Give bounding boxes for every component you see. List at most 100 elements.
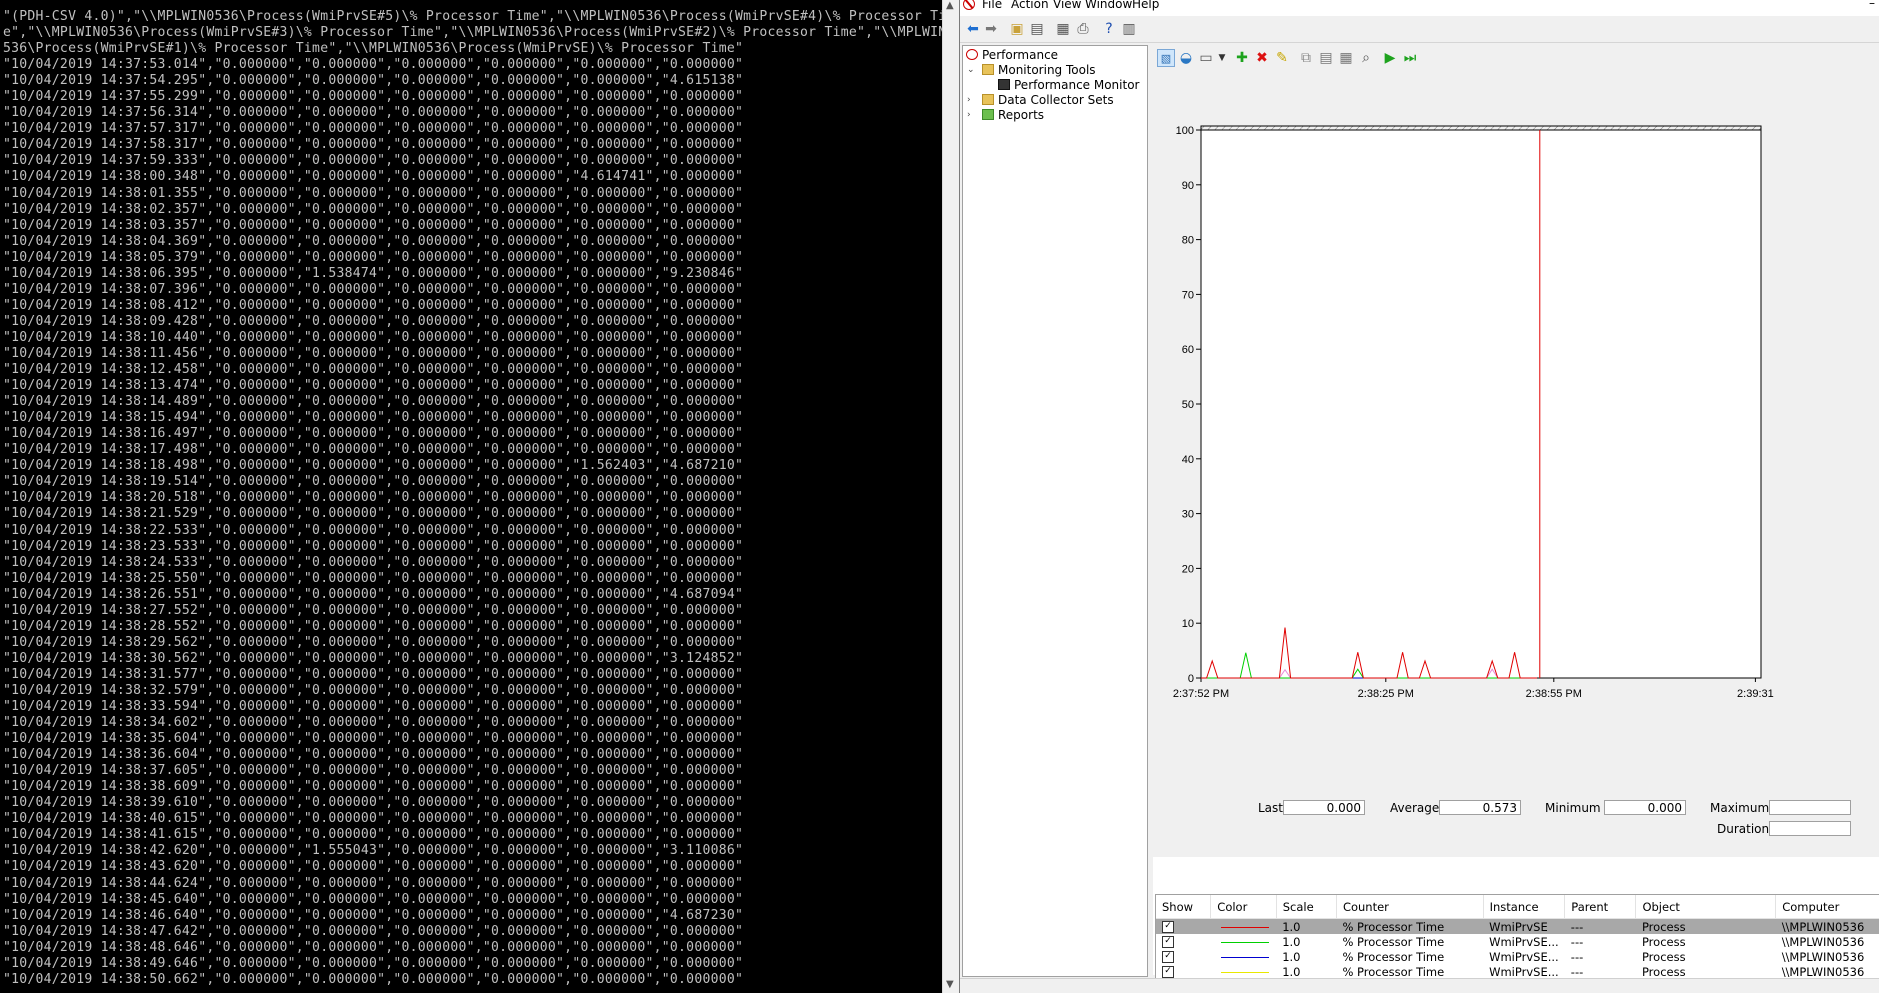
csv-data-row: "10/04/2019 14:38:10.440","0.000000","0.… [3, 329, 744, 345]
menu-file[interactable]: File [982, 0, 1002, 11]
counter-row[interactable]: ✓ 1.0 % Processor Time WmiPrvSE... --- Proces… [1156, 949, 1879, 964]
column-header-instance[interactable]: Instance [1483, 895, 1566, 919]
object-cell: Process [1635, 918, 1776, 934]
y-tick-label: 20 [1182, 563, 1194, 575]
csv-data-row: "10/04/2019 14:38:36.604","0.000000","0.… [3, 747, 744, 763]
csv-data-row: "10/04/2019 14:38:33.594","0.000000","0.… [3, 699, 744, 715]
color-swatch [1220, 971, 1269, 973]
chevron-right-icon[interactable]: › [967, 92, 971, 108]
column-header-object[interactable]: Object [1635, 895, 1777, 919]
view-pane-icon[interactable]: ▥ [1120, 20, 1138, 38]
scroll-down-arrow-icon[interactable]: ▼ [946, 979, 954, 990]
csv-data-row: "10/04/2019 14:38:31.577","0.000000","0.… [3, 666, 744, 682]
csv-data-row: "10/04/2019 14:38:07.396","0.000000","0.… [3, 281, 744, 297]
csv-header-line: "(PDH-CSV 4.0)","\\MPLWIN0536\Process(Wm… [3, 9, 942, 24]
column-header-color[interactable]: Color [1210, 895, 1277, 919]
menu-action[interactable]: Action [1011, 0, 1049, 11]
csv-data-row: "10/04/2019 14:38:21.529","0.000000","0.… [3, 506, 744, 522]
show-checkbox[interactable]: ✓ [1162, 921, 1174, 933]
delete-counter-icon[interactable]: ✖ [1253, 49, 1271, 67]
csv-data-row: "10/04/2019 14:38:25.550","0.000000","0.… [3, 570, 744, 586]
column-header-parent[interactable]: Parent [1564, 895, 1637, 919]
print-icon[interactable]: ⎙ [1074, 20, 1092, 38]
menu-help[interactable]: Help [1132, 0, 1159, 11]
y-tick-label: 80 [1182, 235, 1194, 247]
minimum-value: 0.000 [1604, 800, 1686, 815]
unfreeze-display-icon[interactable]: ▶ [1381, 49, 1399, 67]
column-header-counter[interactable]: Counter [1336, 895, 1484, 919]
duration-value [1769, 821, 1851, 836]
csv-data-row: "10/04/2019 14:38:30.562","0.000000","0.… [3, 650, 744, 666]
zoom-icon[interactable]: ⌕ [1357, 49, 1375, 67]
column-header-scale[interactable]: Scale [1276, 895, 1337, 919]
csv-data-row: "10/04/2019 14:38:16.497","0.000000","0.… [3, 426, 744, 442]
forward-icon[interactable]: ➡ [982, 20, 1000, 38]
copy-properties-icon[interactable]: ⧉ [1297, 49, 1315, 67]
graph-toolbar: ▧ ◒ ▭ ▼ ✚ ✖ ✎ ⧉ ▤ ▦ ⌕ ▶ ⏭ [1153, 45, 1879, 72]
properties-icon[interactable]: ▦ [1337, 49, 1355, 67]
minimize-button[interactable]: – [1869, 0, 1875, 10]
csv-data-row: "10/04/2019 14:38:14.489","0.000000","0.… [3, 394, 744, 410]
show-checkbox[interactable]: ✓ [1162, 951, 1174, 963]
csv-data-row: "10/04/2019 14:38:38.609","0.000000","0.… [3, 779, 744, 795]
view-current-activity-icon[interactable]: ▧ [1157, 49, 1175, 67]
plot-area [1200, 129, 1762, 679]
scale-cell: 1.0 [1282, 934, 1301, 949]
graph-type-dropdown-icon[interactable]: ▼ [1213, 49, 1231, 67]
menu-bar: File Action View Window Help – [960, 0, 1879, 16]
show-checkbox[interactable]: ✓ [1162, 936, 1174, 948]
x-tick-label: 2:39:31 [1737, 688, 1774, 700]
console-window[interactable]: "(PDH-CSV 4.0)","\\MPLWIN0536\Process(Wm… [0, 0, 942, 993]
column-header-show[interactable]: Show [1156, 895, 1212, 919]
console-output: "(PDH-CSV 4.0)","\\MPLWIN0536\Process(Wm… [3, 9, 942, 988]
counter-cell: % Processor Time [1342, 949, 1445, 964]
help-icon[interactable]: ? [1100, 20, 1118, 38]
properties-icon[interactable]: ▦ [1054, 20, 1072, 38]
tree-item-label: Data Collector Sets [998, 93, 1114, 107]
view-log-data-icon[interactable]: ◒ [1177, 49, 1195, 67]
counter-row[interactable]: ✓ 1.0% Processor Time WmiPrvSE --- Process \\… [1156, 918, 1879, 934]
up-folder-icon[interactable]: ▣ [1008, 20, 1026, 38]
csv-data-row: "10/04/2019 14:38:37.605","0.000000","0.… [3, 763, 744, 779]
paste-counter-list-icon[interactable]: ▤ [1317, 49, 1335, 67]
csv-data-row: "10/04/2019 14:38:32.579","0.000000","0.… [3, 682, 744, 698]
performance-graph[interactable]: 0 10 20 30 40 50 60 70 80 90 100 2:37:52 PM 2:38:25 … [1153, 71, 1879, 797]
add-counter-icon[interactable]: ✚ [1233, 49, 1251, 67]
console-scrollbar[interactable] [942, 0, 960, 993]
color-swatch [1220, 926, 1269, 928]
update-data-icon[interactable]: ⏭ [1401, 49, 1419, 67]
color-cell [1211, 934, 1276, 949]
csv-data-row: "10/04/2019 14:37:58.317","0.000000","0.… [3, 137, 744, 153]
tree-item-label: Reports [998, 108, 1045, 122]
color-cell [1210, 918, 1277, 934]
instance-cell: WmiPrvSE [1483, 918, 1565, 934]
y-tick-label: 100 [1176, 125, 1194, 137]
show-cell: ✓ [1156, 918, 1211, 934]
tree-item-label: Performance [982, 48, 1059, 62]
show-hide-tree-icon[interactable]: ▤ [1028, 20, 1046, 38]
csv-data-row: "10/04/2019 14:38:02.357","0.000000","0.… [3, 201, 744, 217]
column-header-computer[interactable]: Computer [1775, 895, 1879, 919]
csv-data-row: "10/04/2019 14:38:41.615","0.000000","0.… [3, 827, 744, 843]
chevron-down-icon[interactable]: ⌄ [967, 62, 975, 78]
scroll-up-arrow-icon[interactable]: ▲ [946, 0, 954, 11]
color-swatch [1220, 941, 1269, 943]
menu-view[interactable]: View [1053, 0, 1081, 11]
parent-cell: --- [1570, 964, 1584, 979]
csv-data-row: "10/04/2019 14:37:56.314","0.000000","0.… [3, 105, 744, 121]
average-label: Average [1390, 801, 1440, 815]
csv-data-row: "10/04/2019 14:38:06.395","0.000000","1.… [3, 265, 744, 281]
tree-item-label: Performance Monitor [1014, 78, 1140, 92]
csv-data-row: "10/04/2019 14:38:09.428","0.000000","0.… [3, 313, 744, 329]
counter-row[interactable]: ✓ 1.0 % Processor Time WmiPrvSE... --- Proces… [1156, 934, 1879, 949]
csv-data-row: "10/04/2019 14:38:44.624","0.000000","0.… [3, 875, 744, 891]
highlight-icon[interactable]: ✎ [1273, 49, 1291, 67]
show-checkbox[interactable]: ✓ [1162, 966, 1174, 978]
csv-data-row: "10/04/2019 14:38:40.615","0.000000","0.… [3, 811, 744, 827]
scale-cell: 1.0 [1282, 964, 1301, 979]
back-icon[interactable]: ⬅ [964, 20, 982, 38]
menu-window[interactable]: Window [1085, 0, 1132, 11]
chevron-right-icon[interactable]: › [967, 107, 971, 123]
counter-row[interactable]: ✓ 1.0 % Processor Time WmiPrvSE... --- Proces… [1156, 964, 1879, 979]
computer-cell: \\MPLWIN0536 [1781, 934, 1865, 949]
